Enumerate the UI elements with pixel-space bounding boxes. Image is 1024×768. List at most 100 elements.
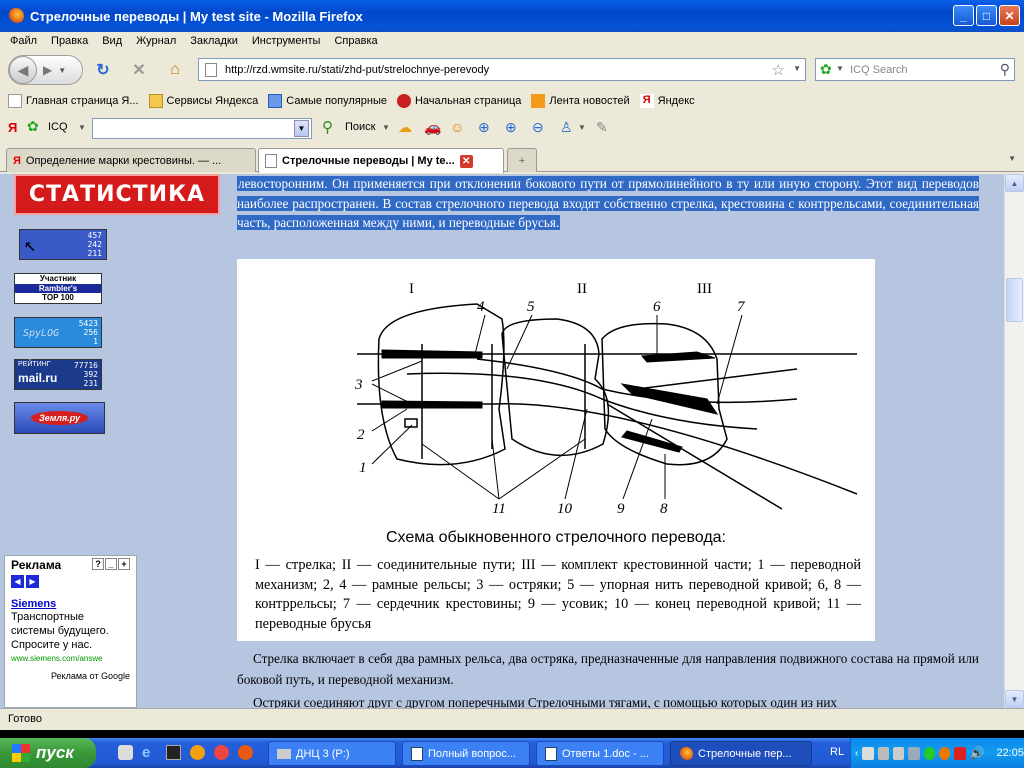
- network-icon[interactable]: [877, 746, 889, 760]
- quicklaunch-ie-icon[interactable]: e: [142, 744, 150, 761]
- tray-expand-icon[interactable]: ‹: [855, 748, 858, 759]
- bookmark-item[interactable]: Главная страница Я...: [8, 94, 139, 108]
- new-tab-button[interactable]: +: [507, 148, 537, 172]
- region-connecting: [501, 318, 610, 457]
- window-title: Стрелочные переводы | My test site - Moz…: [30, 8, 363, 24]
- search-magnifier-icon: ⚲: [322, 119, 333, 136]
- user-dropdown-icon[interactable]: ▼: [578, 123, 586, 132]
- network-icon[interactable]: [908, 746, 920, 760]
- spylog-counter[interactable]: SpyLOG 5423 256 1: [14, 317, 102, 348]
- tab-active[interactable]: Стрелочные переводы | My te... ✕: [258, 148, 504, 173]
- app-tray-icon[interactable]: [938, 746, 951, 760]
- quicklaunch-explorer-icon[interactable]: [118, 745, 133, 760]
- page-scrollbar[interactable]: ▲ ▼: [1004, 174, 1024, 708]
- bookmark-item[interactable]: Самые популярные: [268, 94, 387, 108]
- bookmark-item[interactable]: Начальная страница: [396, 94, 521, 108]
- antivirus-tray-icon[interactable]: [954, 746, 966, 760]
- yandex-search-input[interactable]: ▼: [92, 118, 312, 139]
- menu-bookmarks[interactable]: Закладки: [190, 35, 238, 47]
- menu-history[interactable]: Журнал: [136, 35, 176, 47]
- home-icon[interactable]: ⌂: [165, 60, 185, 80]
- stop-icon[interactable]: ✕: [129, 60, 149, 80]
- menu-file[interactable]: Файл: [10, 35, 37, 47]
- search-engine-dropdown-icon[interactable]: ▼: [836, 64, 844, 73]
- traffic-car-icon[interactable]: 🚗: [424, 119, 441, 136]
- statistics-banner[interactable]: СТАТИСТИКА: [14, 174, 220, 215]
- volume-icon[interactable]: 🔊: [970, 746, 985, 760]
- scroll-up-icon[interactable]: ▲: [1005, 174, 1024, 192]
- menu-edit[interactable]: Правка: [51, 35, 88, 47]
- mask-icon[interactable]: ☺: [450, 119, 464, 135]
- ad-footer[interactable]: Реклама от Google: [11, 671, 130, 681]
- ad-url[interactable]: www.siemens.com/answe: [11, 654, 130, 663]
- google-ad-block: Реклама ? _ + ◀ ▶ Siemens Транспортные с…: [4, 555, 137, 708]
- yandex-search-button[interactable]: Поиск: [345, 121, 375, 133]
- quicklaunch-opera-icon[interactable]: [190, 745, 205, 760]
- icq-tray-icon[interactable]: [923, 746, 935, 760]
- bookmark-item[interactable]: Сервисы Яндекса: [148, 94, 258, 108]
- tab-list-icon[interactable]: ▼: [1008, 154, 1016, 163]
- quicklaunch-console-icon[interactable]: [166, 745, 181, 760]
- bookmark-star-icon[interactable]: ☆: [772, 61, 785, 79]
- zoom-in-icon[interactable]: ⊕: [478, 119, 490, 136]
- close-button[interactable]: ✕: [999, 5, 1020, 26]
- bookmark-item[interactable]: Я Яндекс: [639, 94, 695, 108]
- tab-close-icon[interactable]: ✕: [459, 154, 473, 168]
- language-indicator[interactable]: RL: [830, 746, 844, 758]
- clock[interactable]: 22:05: [996, 747, 1024, 759]
- user-icon[interactable]: ♙: [560, 119, 573, 136]
- back-button[interactable]: ◀: [9, 56, 37, 84]
- pen-icon[interactable]: ✎: [596, 119, 608, 136]
- reload-icon[interactable]: ↻: [93, 60, 113, 80]
- bookmark-item[interactable]: Лента новостей: [531, 94, 630, 108]
- start-button[interactable]: пуск: [0, 738, 96, 768]
- icq-dropdown-icon[interactable]: ▼: [78, 123, 86, 132]
- scroll-down-icon[interactable]: ▼: [1005, 690, 1024, 708]
- search-box[interactable]: ✿ ▼ ICQ Search ⚲: [815, 58, 1015, 81]
- zoom-out-icon[interactable]: ⊖: [532, 119, 544, 136]
- ad-expand-icon[interactable]: +: [118, 558, 130, 570]
- menu-bar: Файл Правка Вид Журнал Закладки Инструме…: [0, 32, 1024, 49]
- menu-view[interactable]: Вид: [102, 35, 122, 47]
- rambler-top100-counter[interactable]: Участник Rambler's TOP 100: [14, 273, 102, 304]
- ad-link[interactable]: Siemens: [11, 598, 130, 610]
- label-2: 2: [357, 427, 365, 443]
- taskbar-item[interactable]: Полный вопрос...: [402, 741, 530, 766]
- label-10: 10: [557, 501, 573, 517]
- zoom-icon[interactable]: ⊕: [505, 119, 517, 136]
- quicklaunch-firefox-icon[interactable]: [238, 745, 253, 760]
- forward-button[interactable]: ▶: [43, 63, 52, 77]
- search-icon[interactable]: ⚲: [1000, 61, 1010, 78]
- zemlyaru-counter[interactable]: Земля.ру: [14, 402, 105, 434]
- network-icon[interactable]: [862, 746, 874, 760]
- weather-icon[interactable]: ☁: [398, 119, 412, 136]
- ad-title: Реклама: [11, 558, 62, 572]
- taskbar-item[interactable]: Ответы 1.doc - ...: [536, 741, 664, 766]
- mailru-counter[interactable]: РЕЙТИНГ mail.ru 77716 392 231: [14, 359, 102, 390]
- history-dropdown-icon[interactable]: ▼: [58, 66, 66, 75]
- article-paragraph: Остряки соединяют друг с другом поперечн…: [253, 695, 838, 708]
- hit-counter[interactable]: ↖ 457 242 211: [19, 229, 107, 260]
- taskbar-item[interactable]: ДНЦ 3 (P:): [268, 741, 396, 766]
- label-I: I: [409, 281, 414, 297]
- url-bar[interactable]: http://rzd.wmsite.ru/stati/zhd-put/strel…: [198, 58, 806, 81]
- tab-inactive[interactable]: Я Определение марки крестовины. — ...: [6, 148, 256, 172]
- search-dropdown-icon[interactable]: ▼: [382, 123, 390, 132]
- minimize-button[interactable]: _: [953, 5, 974, 26]
- ad-prev-icon[interactable]: ◀: [11, 575, 24, 588]
- ad-help-icon[interactable]: ?: [92, 558, 104, 570]
- maximize-button[interactable]: □: [976, 5, 997, 26]
- taskbar-item-active[interactable]: Стрелочные пер...: [670, 741, 812, 766]
- quicklaunch-app-icon[interactable]: [214, 745, 229, 760]
- icq-button[interactable]: ICQ: [48, 121, 68, 133]
- ad-next-icon[interactable]: ▶: [26, 575, 39, 588]
- network-icon[interactable]: [892, 746, 905, 760]
- yandex-dropdown-icon[interactable]: ▼: [294, 120, 309, 137]
- drive-icon: [277, 748, 291, 759]
- yandex-logo-icon[interactable]: Я: [8, 120, 17, 135]
- scroll-thumb[interactable]: [1006, 278, 1023, 322]
- url-dropdown-icon[interactable]: ▼: [793, 64, 801, 73]
- ad-minimize-icon[interactable]: _: [105, 558, 117, 570]
- menu-help[interactable]: Справка: [334, 35, 377, 47]
- menu-tools[interactable]: Инструменты: [252, 35, 321, 47]
